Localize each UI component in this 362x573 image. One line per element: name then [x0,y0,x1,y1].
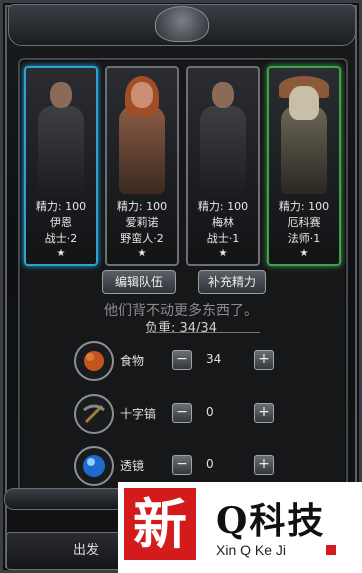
item-name: 食物 [120,354,145,368]
increase-food-button[interactable]: + [254,350,274,370]
edit-team-button[interactable]: 编辑队伍 [102,270,176,294]
watermark-square [326,545,336,555]
hero-name: 爱莉诺 [125,216,159,229]
item-row-lens: 透镜 − 0 + [74,446,294,486]
divider [150,332,260,333]
hero-class: 野蛮人·2 [120,232,164,245]
hero-portrait [32,76,90,196]
decrease-pickaxe-button[interactable]: − [172,403,192,423]
hero-class: 法师·1 [287,232,321,245]
watermark-subtitle: Xin Q Ke Ji [216,542,287,558]
hero-name: 厄科赛 [287,216,321,229]
hero-name: 梅林 [212,216,234,229]
hero-stamina: 精力: 100 [197,200,249,213]
hero-portrait [194,76,252,196]
replenish-stamina-button[interactable]: 补充精力 [198,270,266,294]
hero-card-2[interactable]: 精力: 100 爱莉诺 野蛮人·2 ★ [105,66,179,266]
star-icon: ★ [137,248,147,259]
star-icon: ★ [299,248,309,259]
item-row-pickaxe: 十字镐 − 0 + [74,394,294,434]
hero-stamina: 精力: 100 [278,200,330,213]
item-quantity: 34 [206,352,222,366]
star-icon: ★ [56,248,66,259]
pickaxe-icon [74,394,114,434]
food-sack-icon [74,341,114,381]
hero-card-1[interactable]: 精力: 100 伊恩 战士·2 ★ [24,66,98,266]
hero-class: 战士·1 [206,232,240,245]
hero-stamina: 精力: 100 [35,200,87,213]
lens-icon [74,446,114,486]
watermark: 新 Q科技 Xin Q Ke Ji [118,482,362,573]
item-name: 十字镐 [120,407,157,421]
item-quantity: 0 [206,405,214,419]
increase-pickaxe-button[interactable]: + [254,403,274,423]
decrease-food-button[interactable]: − [172,350,192,370]
hero-class: 战士·2 [44,232,78,245]
hero-portrait [113,76,171,196]
watermark-logo: 新 [124,488,196,560]
item-name: 透镜 [120,459,145,473]
hero-name: 伊恩 [50,216,72,229]
hero-card-4[interactable]: 精力: 100 厄科赛 法师·1 ★ [267,66,341,266]
decrease-lens-button[interactable]: − [172,455,192,475]
hero-stamina: 精力: 100 [116,200,168,213]
item-row-food: 食物 − 34 + [74,341,294,381]
load-indicator: 负重: 34/34 [145,321,217,336]
watermark-title: Q科技 [216,500,326,542]
skull-ornament-icon [155,6,209,42]
item-quantity: 0 [206,457,214,471]
hero-portrait [275,76,333,196]
increase-lens-button[interactable]: + [254,455,274,475]
star-icon: ★ [218,248,228,259]
hero-card-3[interactable]: 精力: 100 梅林 战士·1 ★ [186,66,260,266]
